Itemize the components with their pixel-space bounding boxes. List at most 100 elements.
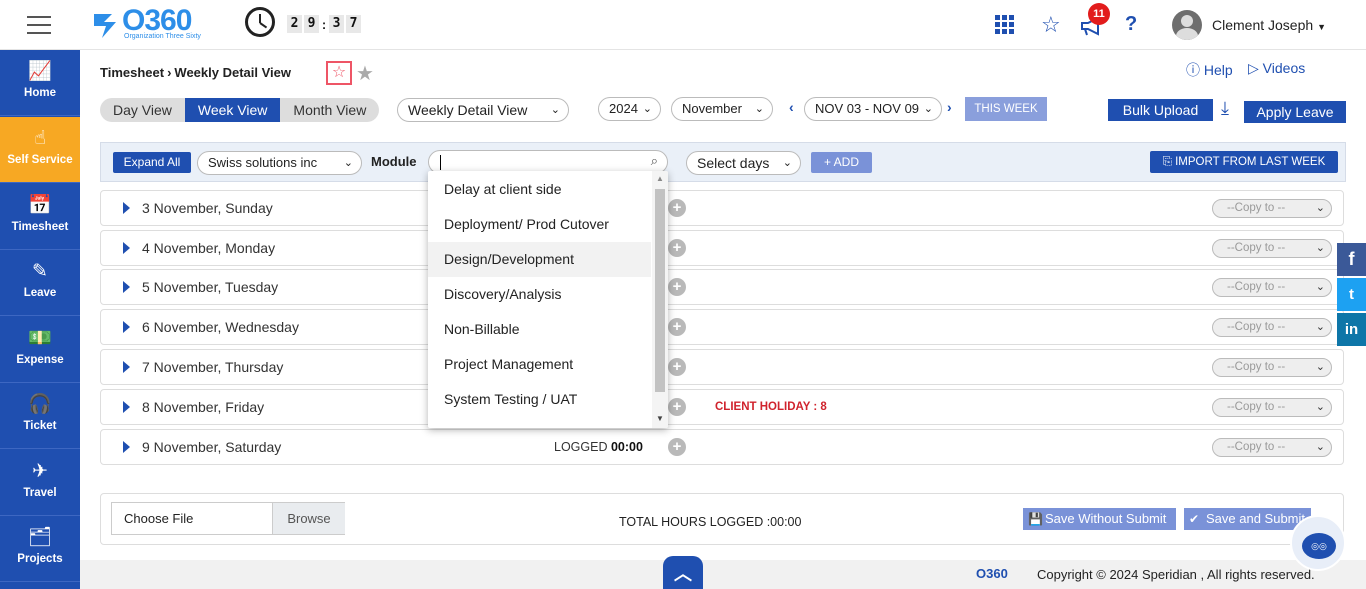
rating-star-icon[interactable]: ★ (356, 61, 374, 86)
view-select[interactable]: Weekly Detail View ⌄ (397, 98, 569, 122)
add-button[interactable]: + ADD (811, 152, 872, 173)
copy-to-select[interactable]: --Copy to -- ⌄ (1212, 398, 1332, 417)
day-row[interactable]: 6 November, Wednesday + --Copy to -- ⌄ (100, 309, 1344, 345)
sidebar-item-ticket[interactable]: 🎧 Ticket (0, 383, 80, 449)
expand-caret-icon[interactable] (123, 361, 130, 373)
add-entry-icon[interactable]: + (668, 199, 686, 217)
add-entry-icon[interactable]: + (668, 358, 686, 376)
notification-badge[interactable]: 11 (1088, 3, 1110, 25)
import-last-week-button[interactable]: ⎘ IMPORT FROM LAST WEEK (1150, 151, 1338, 173)
expand-caret-icon[interactable] (123, 401, 130, 413)
add-entry-icon[interactable]: + (668, 438, 686, 456)
sidebar-item-leave[interactable]: ✎ Leave (0, 250, 80, 316)
day-row[interactable]: 9 November, Saturday LOGGED 00:00 + --Co… (100, 429, 1344, 465)
save-and-submit-button[interactable]: ✔ Save and Submit (1184, 508, 1311, 530)
save-without-submit-button[interactable]: 💾 Save Without Submit (1023, 508, 1176, 530)
module-option[interactable]: System Testing / UAT (428, 382, 651, 417)
add-entry-icon[interactable]: + (668, 278, 686, 296)
day-row[interactable]: 8 November, Friday + CLIENT HOLIDAY : 8 … (100, 389, 1344, 425)
chevron-down-icon: ⌄ (782, 157, 792, 169)
select-days-dropdown[interactable]: Select days ⌄ (686, 151, 801, 175)
expand-caret-icon[interactable] (123, 242, 130, 254)
favorites-star-icon[interactable]: ☆ (1041, 12, 1061, 38)
help-label: Help (1203, 62, 1233, 78)
scroll-down-icon[interactable]: ▼ (656, 414, 664, 423)
sidebar-item-self-service[interactable]: ☝ Self Service (0, 117, 80, 183)
copy-to-select[interactable]: --Copy to -- ⌄ (1212, 239, 1332, 258)
favorite-star-icon[interactable]: ☆ (326, 61, 352, 85)
module-option[interactable]: Deployment/ Prod Cutover (428, 207, 651, 242)
sidebar: 📈 Home ☝ Self Service 📅 Timesheet ✎ Leav… (0, 50, 80, 589)
expand-caret-icon[interactable] (123, 441, 130, 453)
apps-grid-icon[interactable] (995, 15, 1015, 35)
expand-caret-icon[interactable] (123, 321, 130, 333)
sidebar-item-label: Expense (16, 354, 64, 366)
year-select[interactable]: 2024 ⌄ (598, 97, 661, 121)
sidebar-item-timesheet[interactable]: 📅 Timesheet (0, 184, 80, 250)
module-option[interactable]: Non-Billable (428, 312, 651, 347)
download-icon[interactable]: ⤓ (1221, 98, 1229, 119)
tab-week-view[interactable]: Week View (184, 98, 281, 122)
expand-all-button[interactable]: Expand All (113, 152, 191, 173)
home-chart-icon: 📈 (28, 61, 52, 82)
week-range-select[interactable]: NOV 03 - NOV 09 ⌄ (804, 97, 942, 121)
browse-button[interactable]: Browse (272, 503, 345, 534)
file-input[interactable]: Choose File Browse (111, 502, 345, 535)
add-entry-icon[interactable]: + (668, 239, 686, 257)
app-logo[interactable]: O360 Organization Three Sixty (90, 4, 230, 44)
expand-caret-icon[interactable] (123, 202, 130, 214)
sidebar-item-travel[interactable]: ✈ Travel (0, 450, 80, 516)
day-row[interactable]: 7 November, Thursday + --Copy to -- ⌄ (100, 349, 1344, 385)
module-option[interactable]: Delay at client side (428, 172, 651, 207)
bot-glasses: ◎◎ (1311, 541, 1327, 551)
sidebar-item-home[interactable]: 📈 Home (0, 50, 80, 116)
day-label: 7 November, Thursday (142, 359, 284, 375)
copy-to-select[interactable]: --Copy to -- ⌄ (1212, 199, 1332, 218)
help-question-icon[interactable]: ? (1125, 13, 1137, 36)
edit-icon: ✎ (32, 261, 48, 282)
scroll-up-icon[interactable]: ▲ (656, 174, 664, 183)
day-row[interactable]: 5 November, Tuesday + --Copy to -- ⌄ (100, 269, 1344, 305)
bulk-upload-button[interactable]: Bulk Upload (1108, 99, 1213, 121)
top-bar: O360 Organization Three Sixty 2 9 : 3 7 … (0, 0, 1366, 50)
copy-to-select[interactable]: --Copy to -- ⌄ (1212, 358, 1332, 377)
dropdown-scrollbar[interactable]: ▲ ▼ (652, 171, 668, 428)
add-entry-icon[interactable]: + (668, 398, 686, 416)
select-days-label: Select days (697, 155, 770, 171)
headset-icon: 🎧 (28, 394, 52, 415)
breadcrumb-parent[interactable]: Timesheet (100, 65, 164, 80)
next-week-icon[interactable]: › (947, 99, 952, 115)
this-week-button[interactable]: THIS WEEK (965, 97, 1047, 121)
month-select[interactable]: November ⌄ (671, 97, 773, 121)
expand-caret-icon[interactable] (123, 281, 130, 293)
user-menu[interactable]: Clement Joseph ▼ (1212, 17, 1326, 33)
scroll-top-button[interactable]: ︿ (663, 556, 703, 589)
module-option[interactable]: Discovery/Analysis (428, 277, 651, 312)
copy-to-select[interactable]: --Copy to -- ⌄ (1212, 318, 1332, 337)
add-entry-icon[interactable]: + (668, 318, 686, 336)
help-link[interactable]: ⓘ Help (1186, 60, 1233, 80)
apply-leave-button[interactable]: Apply Leave (1244, 101, 1346, 123)
scrollbar-thumb[interactable] (655, 189, 665, 392)
tab-day-view[interactable]: Day View (100, 98, 185, 122)
sidebar-item-projects[interactable]: 🗂 Projects (0, 516, 80, 582)
prev-week-icon[interactable]: ‹ (789, 99, 794, 115)
twitter-icon[interactable]: t (1337, 278, 1366, 311)
module-option[interactable]: Project Management (428, 347, 651, 382)
day-row[interactable]: 3 November, Sunday + --Copy to -- ⌄ (100, 190, 1344, 226)
copy-to-select[interactable]: --Copy to -- ⌄ (1212, 438, 1332, 457)
copy-to-select[interactable]: --Copy to -- ⌄ (1212, 278, 1332, 297)
menu-icon[interactable] (27, 16, 51, 34)
chatbot-avatar-icon[interactable]: ◎◎ (1290, 515, 1346, 571)
videos-link[interactable]: ▷ Videos (1248, 60, 1305, 77)
avatar[interactable] (1172, 10, 1202, 40)
day-label: 8 November, Friday (142, 399, 265, 415)
sidebar-item-expense[interactable]: 💵 Expense (0, 317, 80, 383)
module-option[interactable]: Design/Development (428, 242, 651, 277)
facebook-icon[interactable]: f (1337, 243, 1366, 276)
floppy-icon: 💾 (1028, 512, 1043, 526)
tab-month-view[interactable]: Month View (280, 98, 379, 122)
linkedin-icon[interactable]: in (1337, 313, 1366, 346)
day-row[interactable]: 4 November, Monday + --Copy to -- ⌄ (100, 230, 1344, 266)
client-select[interactable]: Swiss solutions inc ⌄ (197, 151, 362, 175)
